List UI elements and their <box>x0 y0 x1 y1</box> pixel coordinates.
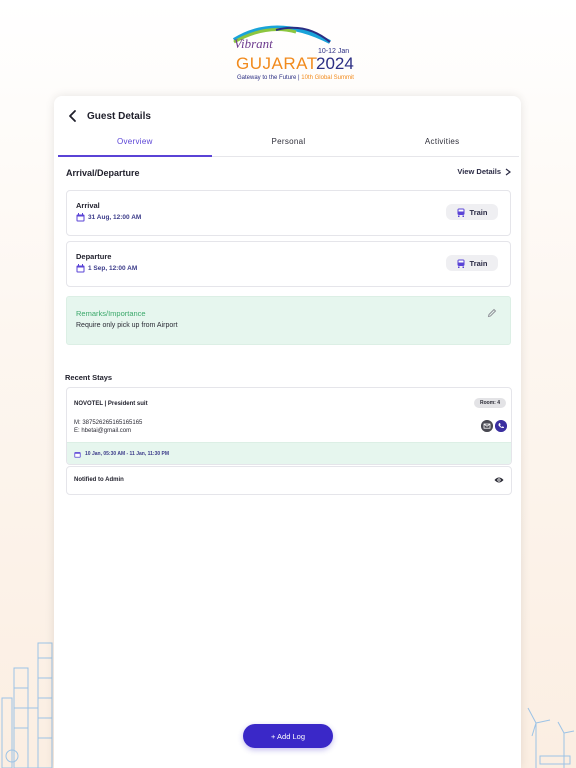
logo-gujarat-text: GUJARAT <box>236 54 318 73</box>
guest-email: E: hbetai@gmail.com <box>74 428 132 434</box>
edit-pencil-icon[interactable] <box>487 308 497 318</box>
departure-date: 1 Sep, 12:00 AM <box>76 264 137 273</box>
guest-mobile: M: 387526265165165165 <box>74 420 143 426</box>
logo-vibrant-text: Vibrant <box>234 36 273 51</box>
departure-mode-label: Train <box>469 258 488 268</box>
hotel-name: NOVOTEL | President suit <box>74 401 148 407</box>
vibrant-gujarat-logo: Vibrant 10-12 Jan GUJARAT 2024 Gateway t… <box>226 20 356 86</box>
arrival-box: Arrival 31 Aug, 12:00 AM Train <box>66 190 511 236</box>
tab-personal[interactable]: Personal <box>212 132 366 156</box>
page-header: Guest Details <box>66 106 151 126</box>
stay-dates: 10 Jan, 05:30 AM - 11 Jan, 11:30 PM <box>85 451 170 457</box>
page-title: Guest Details <box>87 110 151 122</box>
eye-icon[interactable] <box>494 476 504 484</box>
arrival-mode-pill[interactable]: Train <box>446 204 498 220</box>
tab-bar: Overview Personal Activities <box>58 132 519 157</box>
tab-overview[interactable]: Overview <box>58 132 212 157</box>
logo-tagline: Gateway to the Future | 10th Global Summ… <box>237 75 354 81</box>
notified-text: Notified to Admin <box>74 477 124 483</box>
calendar-icon <box>76 213 85 222</box>
add-log-button[interactable]: + Add Log <box>243 724 333 748</box>
logo-tagline-a: Gateway to the Future | <box>237 75 300 81</box>
mail-icon[interactable] <box>481 420 493 432</box>
chevron-right-icon <box>505 168 511 175</box>
wind-turbine-decoration <box>527 707 575 768</box>
room-badge: Room: 4 <box>474 398 506 408</box>
city-skyline-decoration <box>1 642 53 768</box>
arrival-departure-title: Arrival/Departure <box>66 168 140 178</box>
arrival-label: Arrival <box>76 201 100 210</box>
back-arrow-icon[interactable] <box>66 109 80 123</box>
arrival-date: 31 Aug, 12:00 AM <box>76 213 141 222</box>
arrival-mode-label: Train <box>469 207 488 217</box>
stay-dates-bar: 10 Jan, 05:30 AM - 11 Jan, 11:30 PM <box>67 442 511 464</box>
tab-activities[interactable]: Activities <box>365 132 519 156</box>
view-details-label: View Details <box>457 167 501 176</box>
departure-datetime: 1 Sep, 12:00 AM <box>88 265 138 272</box>
calendar-icon <box>76 264 85 273</box>
departure-box: Departure 1 Sep, 12:00 AM Train <box>66 241 511 287</box>
remarks-title: Remarks/Importance <box>76 309 146 318</box>
departure-label: Departure <box>76 252 112 261</box>
recent-stay-card[interactable]: NOVOTEL | President suit Room: 4 M: 3875… <box>66 387 512 465</box>
phone-icon[interactable] <box>495 420 507 432</box>
train-icon <box>457 208 465 217</box>
logo-year-text: 2024 <box>316 54 354 73</box>
train-icon <box>457 259 465 268</box>
view-details-link[interactable]: View Details <box>457 167 511 176</box>
remarks-text: Require only pick up from Airport <box>76 322 178 329</box>
recent-stays-title: Recent Stays <box>65 373 113 382</box>
logo-tagline-b: 10th Global Summit <box>301 75 354 81</box>
calendar-icon <box>74 451 81 458</box>
notified-row: Notified to Admin <box>66 466 512 495</box>
arrival-datetime: 31 Aug, 12:00 AM <box>88 214 142 221</box>
remarks-box: Remarks/Importance Require only pick up … <box>66 296 511 345</box>
departure-mode-pill[interactable]: Train <box>446 255 498 271</box>
guest-details-card: Guest Details Overview Personal Activiti… <box>54 96 521 768</box>
